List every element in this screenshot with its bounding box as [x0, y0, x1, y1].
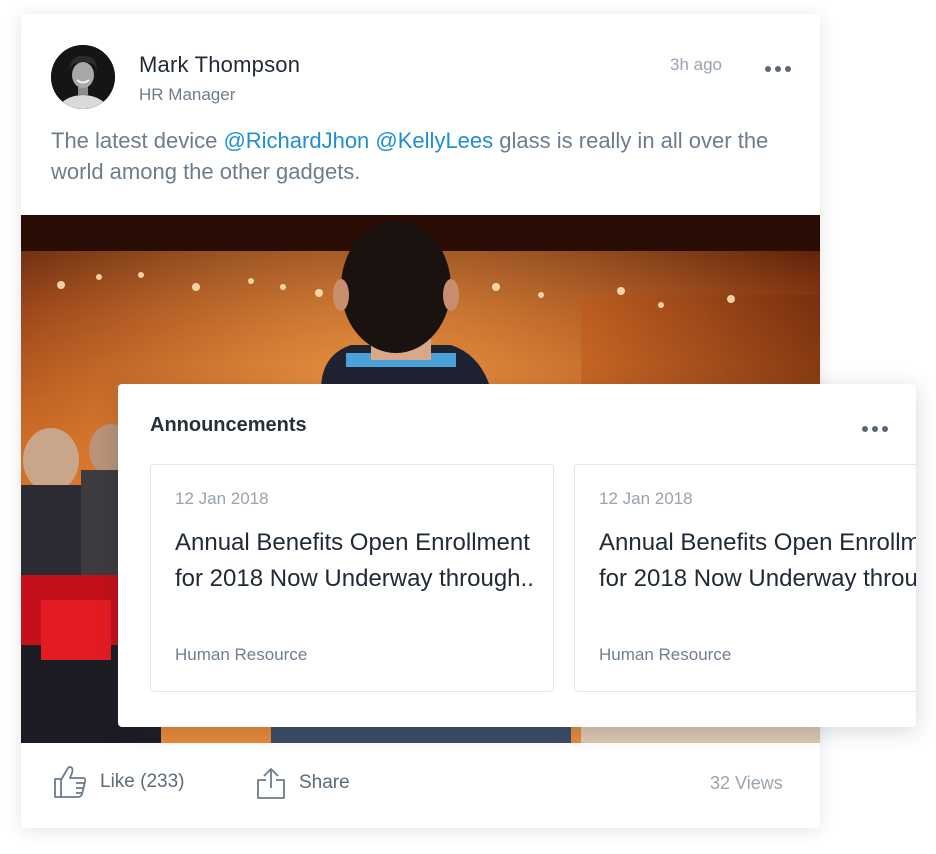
- like-label: Like (233): [100, 771, 185, 792]
- announcements-panel: Announcements 12 Jan 2018 Annual Benefit…: [118, 384, 916, 727]
- like-button[interactable]: Like (233): [52, 764, 185, 800]
- announcements-more-icon[interactable]: [858, 422, 892, 436]
- stage: Mark Thompson HR Manager 3h ago The late…: [0, 0, 936, 854]
- announcement-card[interactable]: 12 Jan 2018 Annual Benefits Open Enrollm…: [574, 464, 916, 692]
- mention-richardjhon[interactable]: @RichardJhon: [223, 128, 369, 153]
- share-label: Share: [299, 772, 350, 793]
- announcement-date: 12 Jan 2018: [599, 489, 693, 508]
- share-icon: [257, 768, 285, 799]
- author-name[interactable]: Mark Thompson: [139, 52, 300, 78]
- announcements-title: Announcements: [150, 414, 307, 436]
- announcement-headline[interactable]: Annual Benefits Open Enrollment for 2018…: [599, 525, 916, 597]
- post-text: The latest device @RichardJhon @KellyLee…: [51, 128, 769, 184]
- announcement-headline[interactable]: Annual Benefits Open Enrollment for 2018…: [175, 525, 555, 597]
- author-role: HR Manager: [139, 85, 236, 104]
- announcement-department: Human Resource: [599, 645, 732, 664]
- post-timestamp: 3h ago: [670, 55, 722, 74]
- thumbs-up-icon: [54, 766, 87, 798]
- avatar[interactable]: [51, 45, 115, 109]
- mention-kellylees[interactable]: @KellyLees: [375, 128, 493, 153]
- announcement-card[interactable]: 12 Jan 2018 Annual Benefits Open Enrollm…: [150, 464, 554, 692]
- announcement-date: 12 Jan 2018: [175, 489, 269, 508]
- announcement-department: Human Resource: [175, 645, 308, 664]
- views-count: 32 Views: [710, 773, 783, 793]
- share-button[interactable]: Share: [255, 766, 350, 800]
- post-more-icon[interactable]: [761, 62, 795, 76]
- avatar-photo: [51, 45, 115, 109]
